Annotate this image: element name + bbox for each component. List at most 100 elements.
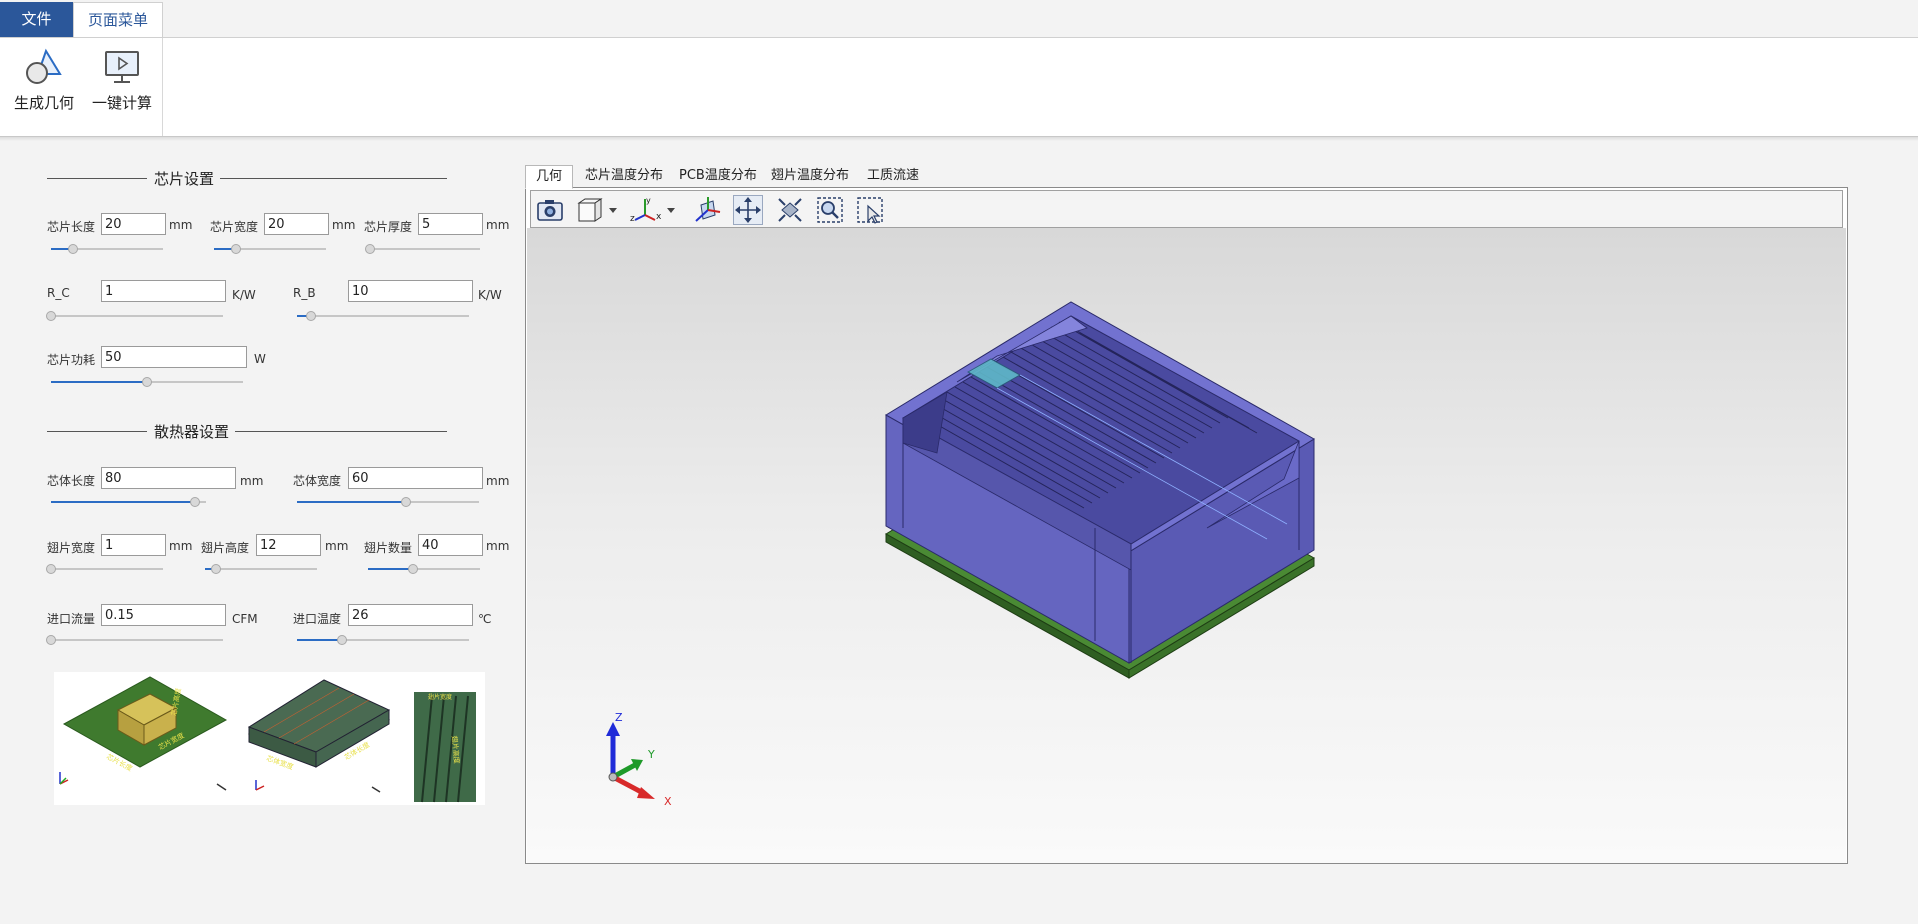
chip-thickness-slider[interactable]	[365, 243, 480, 255]
one-click-calc-button[interactable]: 一键计算	[84, 48, 160, 128]
svg-text:z: z	[630, 214, 635, 224]
chip-width-slider[interactable]	[214, 243, 326, 255]
body-length-label: 芯体长度	[47, 474, 96, 488]
fin-width-slider[interactable]	[46, 563, 163, 575]
viewer-panel: z x y Z Y X	[525, 187, 1848, 864]
heatsink-3d-model: Z Y X	[606, 301, 1315, 808]
chip-length-label: 芯片长度	[47, 220, 96, 234]
inlet-temp-input[interactable]	[348, 604, 473, 626]
rc-slider[interactable]	[46, 310, 223, 322]
ribbon-shadow	[0, 137, 1918, 141]
3d-viewport[interactable]: Z Y X	[527, 228, 1846, 863]
axis-triad: Z Y X	[606, 711, 672, 808]
ribbon-tab-bar: 文件 页面菜单	[0, 0, 1918, 38]
preview-fin-width-text: 翅片宽度	[428, 693, 452, 701]
select-box-button[interactable]	[855, 195, 885, 225]
viewer-toolbar: z x y	[530, 190, 1843, 228]
pan-button[interactable]	[733, 195, 763, 225]
rb-unit: K/W	[478, 288, 502, 302]
chip-width-label: 芯片宽度	[210, 220, 259, 234]
monitor-play-icon	[105, 51, 139, 83]
chip-thickness-unit: mm	[486, 218, 510, 232]
inlet-temp-label: 进口温度	[293, 612, 342, 626]
inlet-flow-unit: CFM	[232, 612, 258, 626]
one-click-calc-label: 一键计算	[91, 94, 152, 112]
rc-label: R_C	[47, 286, 70, 300]
select-box-icon	[857, 197, 883, 224]
geometry-preview-svg: 芯片长度 芯片宽度 芯片高度 芯体宽度 芯体长度 翅片宽度 翅片高度	[59, 676, 476, 803]
chip-thickness-input[interactable]	[418, 213, 483, 235]
geometry-preview-image: 芯片长度 芯片宽度 芯片高度 芯体宽度 芯体长度 翅片宽度 翅片高度	[54, 672, 485, 805]
body-length-unit: mm	[240, 474, 264, 488]
chip-width-unit: mm	[332, 218, 356, 232]
axis-z-label: Z	[615, 711, 623, 724]
heatsink-settings-title: 散热器设置	[47, 421, 447, 441]
rotate-view-button[interactable]	[693, 195, 723, 225]
heatsink-body	[885, 301, 1315, 664]
pan-icon	[735, 197, 761, 223]
fin-width-unit: mm	[169, 539, 193, 553]
svg-text:x: x	[656, 212, 662, 222]
fin-width-input[interactable]	[101, 534, 166, 556]
fin-count-unit: mm	[486, 539, 510, 553]
inlet-temp-slider[interactable]	[297, 634, 469, 646]
chip-settings-title: 芯片设置	[47, 168, 447, 188]
inlet-temp-unit: ℃	[478, 612, 492, 626]
geometry-shapes-icon	[26, 48, 62, 84]
chip-thickness-label: 芯片厚度	[364, 220, 413, 234]
axis-y-label: Y	[647, 748, 655, 761]
ribbon-body: 生成几何 一键计算	[0, 37, 1918, 137]
camera-icon	[537, 200, 563, 221]
inlet-flow-label: 进口流量	[47, 612, 96, 626]
chip-length-unit: mm	[169, 218, 193, 232]
tab-page-menu[interactable]: 页面菜单	[73, 2, 163, 38]
fin-count-slider[interactable]	[368, 563, 480, 575]
generate-geometry-button[interactable]: 生成几何	[6, 48, 82, 128]
fin-height-slider[interactable]	[205, 563, 317, 575]
chip-length-slider[interactable]	[51, 243, 163, 255]
tab-fluid-velocity[interactable]: 工质流速	[857, 165, 929, 189]
fin-height-input[interactable]	[256, 534, 321, 556]
ribbon-group: 生成几何 一键计算	[0, 38, 163, 136]
fit-all-icon	[778, 198, 802, 222]
fin-height-unit: mm	[325, 539, 349, 553]
rb-label: R_B	[293, 286, 316, 300]
body-length-input[interactable]	[101, 467, 236, 489]
zoom-box-icon	[817, 197, 843, 223]
rb-slider[interactable]	[297, 310, 469, 322]
fin-height-label: 翅片高度	[201, 541, 250, 555]
rc-input[interactable]	[101, 280, 226, 302]
view-cube-button[interactable]	[575, 195, 621, 225]
tab-chip-temperature[interactable]: 芯片温度分布	[575, 165, 673, 189]
inlet-flow-input[interactable]	[101, 604, 226, 626]
fin-count-label: 翅片数量	[364, 541, 413, 555]
chip-power-unit: W	[254, 352, 266, 366]
fin-width-label: 翅片宽度	[47, 541, 96, 555]
axes-orientation-button[interactable]: z x y	[629, 195, 679, 225]
rotate-view-icon	[695, 197, 721, 222]
generate-geometry-label: 生成几何	[13, 94, 74, 112]
tab-geometry[interactable]: 几何	[525, 165, 574, 189]
fit-all-button[interactable]	[775, 195, 805, 225]
chip-length-input[interactable]	[101, 213, 166, 235]
tab-fin-temperature[interactable]: 翅片温度分布	[761, 165, 859, 189]
preview-axes-icon-2	[255, 780, 265, 791]
inlet-flow-slider[interactable]	[46, 634, 223, 646]
preview-axes-icon	[59, 772, 69, 785]
axis-x-label: X	[664, 795, 672, 808]
fin-count-input[interactable]	[418, 534, 483, 556]
body-width-input[interactable]	[348, 467, 483, 489]
zoom-box-button[interactable]	[815, 195, 845, 225]
body-width-slider[interactable]	[297, 496, 479, 508]
body-length-slider[interactable]	[51, 496, 206, 508]
chip-power-slider[interactable]	[51, 376, 243, 388]
rb-input[interactable]	[348, 280, 473, 302]
view-cube-icon	[577, 198, 617, 222]
chip-width-input[interactable]	[264, 213, 329, 235]
axes-orientation-icon: z x y	[630, 196, 675, 224]
tab-file[interactable]: 文件	[0, 2, 73, 37]
chip-power-label: 芯片功耗	[47, 353, 96, 367]
screenshot-button[interactable]	[535, 195, 565, 225]
chip-power-input[interactable]	[101, 346, 247, 368]
tab-pcb-temperature[interactable]: PCB温度分布	[669, 165, 767, 189]
